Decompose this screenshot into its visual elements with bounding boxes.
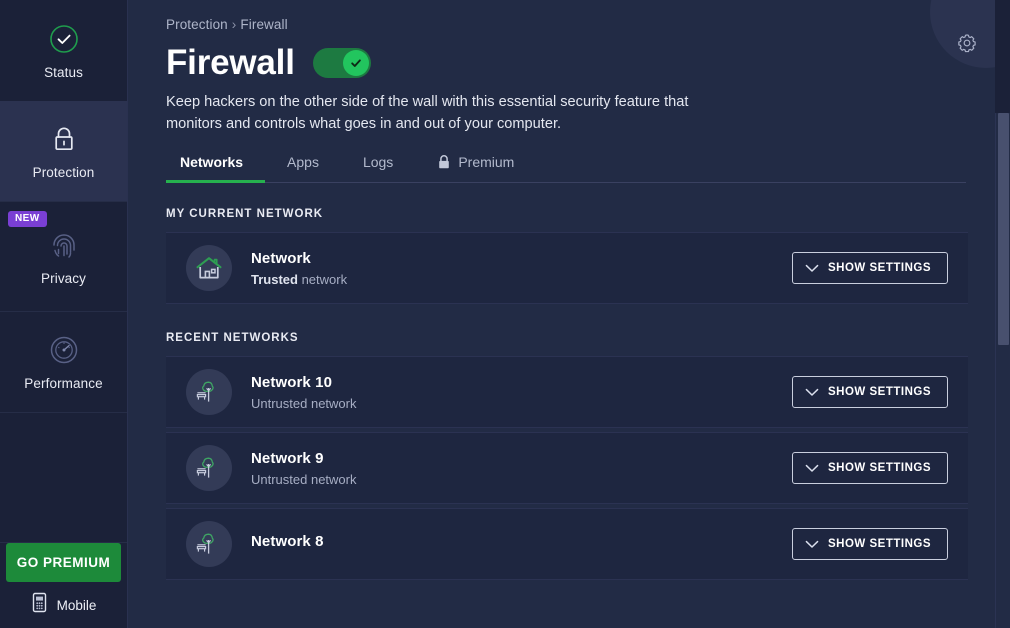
content-scroll-area: Protection › Firewall Firewall Keep hacker…: [128, 0, 1010, 581]
show-settings-label: SHOW SETTINGS: [828, 538, 931, 551]
lock-icon: [437, 154, 451, 170]
network-info: Network 8: [251, 533, 792, 555]
chevron-down-icon: [805, 540, 819, 549]
show-settings-button[interactable]: SHOW SETTINGS: [792, 452, 948, 485]
section-heading-recent: RECENT NETWORKS: [166, 332, 299, 345]
tab-apps[interactable]: Apps: [265, 154, 341, 182]
table-row[interactable]: Network Trusted network SHOW SETTINGS: [166, 232, 968, 305]
toggle-knob: [342, 49, 369, 76]
network-status: Untrusted network: [251, 395, 357, 411]
show-settings-label: SHOW SETTINGS: [828, 462, 931, 475]
lock-icon: [47, 122, 81, 156]
park-tree-icon: [186, 369, 232, 416]
speedometer-icon: [47, 333, 81, 367]
table-row[interactable]: Network 9 Untrusted network SHOW SETTING…: [166, 432, 968, 505]
section-heading-current: MY CURRENT NETWORK: [166, 208, 324, 221]
firewall-window: Status Protection NEW Privacy Performanc…: [0, 0, 1010, 628]
sidebar-item-protection[interactable]: Protection: [0, 101, 127, 202]
sidebar-item-label: Performance: [24, 376, 103, 391]
network-info: Network 9 Untrusted network: [251, 450, 792, 487]
network-info: Network Trusted network: [251, 250, 792, 287]
check-icon: [350, 58, 361, 67]
sidebar-item-mobile[interactable]: Mobile: [0, 592, 127, 628]
chevron-down-icon: [805, 464, 819, 473]
tab-logs[interactable]: Logs: [341, 154, 415, 182]
chevron-down-icon: [805, 388, 819, 397]
park-tree-icon: [186, 445, 232, 492]
tab-label: Logs: [362, 154, 394, 171]
go-premium-button[interactable]: GO PREMIUM: [6, 543, 121, 582]
tab-premium[interactable]: Premium: [415, 154, 536, 182]
vertical-scrollbar[interactable]: [995, 0, 1010, 628]
sidebar-spacer: [0, 413, 127, 543]
page-title: Firewall: [166, 43, 295, 82]
title-row: Firewall: [166, 45, 1010, 80]
check-circle-icon: [47, 22, 81, 56]
breadcrumb-current: Firewall: [240, 17, 288, 32]
sidebar-item-privacy[interactable]: NEW Privacy: [0, 202, 127, 312]
recent-network-list: Network 10 Untrusted network SHOW SETTIN…: [166, 356, 968, 581]
network-name: Network 9: [251, 449, 324, 467]
fingerprint-icon: [47, 228, 81, 262]
current-network-list: Network Trusted network SHOW SETTINGS: [166, 232, 968, 305]
firewall-toggle[interactable]: [312, 47, 371, 78]
scrollbar-thumb[interactable]: [998, 113, 1009, 345]
tab-label: Premium: [458, 154, 515, 171]
sidebar-item-label: Status: [44, 64, 83, 80]
breadcrumb-parent[interactable]: Protection: [166, 17, 228, 32]
tab-label: Networks: [180, 154, 244, 171]
network-info: Network 10 Untrusted network: [251, 374, 792, 411]
show-settings-button[interactable]: SHOW SETTINGS: [792, 376, 948, 409]
mobile-label: Mobile: [56, 597, 97, 613]
show-settings-label: SHOW SETTINGS: [828, 262, 931, 275]
breadcrumb-separator: ›: [231, 17, 237, 32]
scrollbar-track-top: [995, 0, 1010, 113]
table-row[interactable]: Network 8 SHOW SETTINGS: [166, 508, 968, 581]
page-description: Keep hackers on the other side of the wa…: [166, 94, 689, 132]
tab-label: Apps: [287, 154, 319, 171]
network-status-rest: network: [297, 271, 348, 287]
park-tree-icon: [186, 521, 232, 568]
network-status-strong: Trusted: [251, 271, 298, 287]
main-content: Protection › Firewall Firewall Keep hacker…: [128, 0, 1010, 628]
sidebar-item-performance[interactable]: Performance: [0, 312, 127, 413]
chevron-down-icon: [805, 264, 819, 273]
sidebar-item-label: Protection: [32, 165, 95, 180]
network-name: Network 8: [251, 533, 324, 551]
network-name: Network: [251, 249, 311, 267]
sidebar-item-label: Privacy: [41, 270, 86, 286]
show-settings-button[interactable]: SHOW SETTINGS: [792, 528, 948, 561]
new-badge: NEW: [8, 211, 47, 227]
gear-icon: [956, 32, 978, 59]
breadcrumb: Protection › Firewall: [166, 0, 1010, 32]
house-icon: [186, 245, 232, 292]
tab-bar: Networks Apps Logs Premium: [166, 154, 966, 184]
show-settings-button[interactable]: SHOW SETTINGS: [792, 252, 948, 285]
mobile-phone-icon: [31, 592, 48, 618]
sidebar: Status Protection NEW Privacy Performanc…: [0, 0, 128, 628]
sidebar-item-status[interactable]: Status: [0, 0, 127, 101]
show-settings-label: SHOW SETTINGS: [828, 386, 931, 399]
network-status: Trusted network: [251, 272, 792, 287]
network-name: Network 10: [251, 373, 333, 391]
tab-networks[interactable]: Networks: [166, 154, 266, 184]
table-row[interactable]: Network 10 Untrusted network SHOW SETTIN…: [166, 356, 968, 429]
network-status: Untrusted network: [251, 471, 357, 487]
